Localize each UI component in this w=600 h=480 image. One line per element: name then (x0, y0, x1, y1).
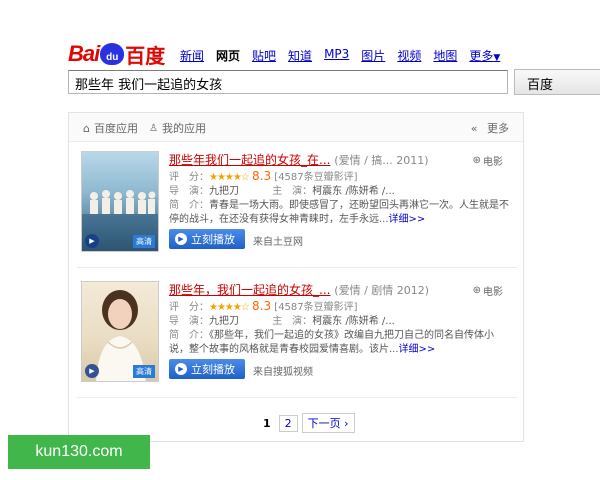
hd-badge: 高清 (133, 235, 155, 248)
play-now-button[interactable]: ▶ 立刻播放 (169, 229, 245, 249)
intro-line2: 停的战斗，在还没有获得女神青睐时，左手永远... (169, 214, 389, 225)
credits-row: 导 演：九把刀 主 演：柯震东 /陈妍希 /... (169, 182, 395, 197)
poster-play-icon: ▶ (85, 234, 99, 248)
nav-more-label: 更多 (469, 49, 494, 63)
double-chevron-left-icon: « (470, 122, 478, 135)
movie-poster[interactable]: ▶ 高清 (81, 281, 159, 382)
rating-score: 8.3 (252, 169, 272, 183)
tab-baidu-apps[interactable]: ⌂ 百度应用 (83, 120, 138, 136)
app-tabs-bar: ⌂ 百度应用 ♙ 我的应用 « 更多 (69, 113, 523, 142)
tab-my-apps[interactable]: ♙ 我的应用 (149, 120, 206, 136)
nav-images[interactable]: 图片 (361, 47, 385, 64)
detail-link[interactable]: 详细>> (399, 344, 436, 355)
search-input[interactable]: 那些年 我们一起追的女孩 (68, 70, 508, 94)
search-button[interactable]: 百度 (514, 69, 600, 95)
logo-bai-text: Bai (68, 41, 100, 66)
film-icon: ⊛ (472, 285, 481, 296)
rating-row: 评 分：★★★★☆ 8.3 [4587条豆瓣影评] (169, 168, 358, 183)
credits-row: 导 演：九把刀 主 演：柯震东 /陈妍希 /... (169, 312, 395, 327)
result-type-label: 电影 (483, 157, 503, 168)
tab-baidu-apps-label: 百度应用 (93, 122, 138, 135)
play-icon: ▶ (175, 233, 187, 245)
logo-du-text: 百度 (125, 43, 166, 68)
site-watermark: kun130.com (8, 435, 150, 469)
intro-line2: 说，整个故事的风格就是青春校园爱情喜剧。该片... (169, 344, 399, 355)
result-type: ⊛ 电影 (473, 283, 503, 298)
tab-my-apps-label: 我的应用 (161, 122, 206, 135)
nav-web[interactable]: 网页 (216, 47, 240, 64)
home-icon: ⌂ (83, 121, 90, 135)
intro-row: 简 介：青春是一场大雨。即使感冒了，还盼望回头再淋它一次。人生就是不 (169, 196, 509, 211)
video-source: 来自土豆网 (253, 237, 303, 248)
rating-score: 8.3 (252, 299, 272, 313)
result-type: ⊛ 电影 (473, 153, 503, 168)
result-item: ▶ 高清 那些年，我们一起追的女孩_... (爱情 / 剧情 2012) ⊛ 电… (79, 281, 519, 389)
film-icon: ⊛ (472, 155, 481, 166)
play-now-label: 立刻播放 (191, 363, 235, 376)
play-now-button[interactable]: ▶ 立刻播放 (169, 359, 245, 379)
nav-mp3[interactable]: MP3 (324, 47, 349, 64)
nav-zhidao[interactable]: 知道 (288, 47, 312, 64)
more-apps-link[interactable]: « 更多 (471, 120, 509, 136)
result-divider (77, 397, 517, 398)
video-source: 来自搜狐视频 (253, 367, 313, 378)
result-type-label: 电影 (483, 287, 503, 298)
nav-video[interactable]: 视频 (397, 47, 421, 64)
baidu-logo[interactable]: Bai du 百度 (68, 40, 165, 68)
result-title-link[interactable]: 那些年我们一起追的女孩_在... (169, 153, 330, 167)
video-results-card: ⌂ 百度应用 ♙ 我的应用 « 更多 ▶ 高清 那些年我们一起追的女孩_在...… (68, 112, 524, 442)
result-divider (77, 267, 517, 268)
result-title[interactable]: 那些年，我们一起追的女孩_... (爱情 / 剧情 2012) (169, 281, 429, 298)
pagination: 1 2 下一页 › (259, 413, 355, 433)
result-title-link[interactable]: 那些年，我们一起追的女孩_... (169, 283, 330, 297)
rating-row: 评 分：★★★★☆ 8.3 [4587条豆瓣影评] (169, 298, 358, 313)
search-vertical-nav: 新闻 网页 贴吧 知道 MP3 图片 视频 地图 更多▼ (180, 47, 500, 64)
nav-tieba[interactable]: 贴吧 (252, 47, 276, 64)
intro-row: 简 介：《那些年，我们一起追的女孩》改编自九把刀自己的同名自传体小 (169, 326, 494, 341)
hd-badge: 高清 (133, 365, 155, 378)
result-meta: (爱情 / 剧情 2012) (334, 284, 430, 297)
user-icon: ♙ (149, 122, 158, 134)
caret-down-icon: ▼ (493, 53, 501, 63)
nav-more[interactable]: 更多▼ (469, 47, 500, 64)
result-meta: (爱情 / 搞... 2011) (334, 154, 429, 167)
logo-paw-icon: du (100, 43, 125, 65)
poster-play-icon: ▶ (85, 364, 99, 378)
result-title[interactable]: 那些年我们一起追的女孩_在... (爱情 / 搞... 2011) (169, 151, 429, 168)
intro-row2: 停的战斗，在还没有获得女神青睐时，左手永远...详细>> (169, 210, 425, 225)
page-2-link[interactable]: 2 (278, 414, 298, 432)
nav-map[interactable]: 地图 (433, 47, 457, 64)
detail-link[interactable]: 详细>> (389, 214, 426, 225)
next-page-link[interactable]: 下一页 › (301, 413, 355, 433)
play-now-label: 立刻播放 (191, 233, 235, 246)
movie-poster[interactable]: ▶ 高清 (81, 151, 159, 252)
page-1-current: 1 (263, 416, 271, 430)
nav-news[interactable]: 新闻 (180, 47, 204, 64)
more-apps-label: 更多 (487, 122, 509, 135)
play-icon: ▶ (175, 363, 187, 375)
result-item: ▶ 高清 那些年我们一起追的女孩_在... (爱情 / 搞... 2011) ⊛… (79, 151, 519, 259)
intro-row2: 说，整个故事的风格就是青春校园爱情喜剧。该片...详细>> (169, 340, 435, 355)
